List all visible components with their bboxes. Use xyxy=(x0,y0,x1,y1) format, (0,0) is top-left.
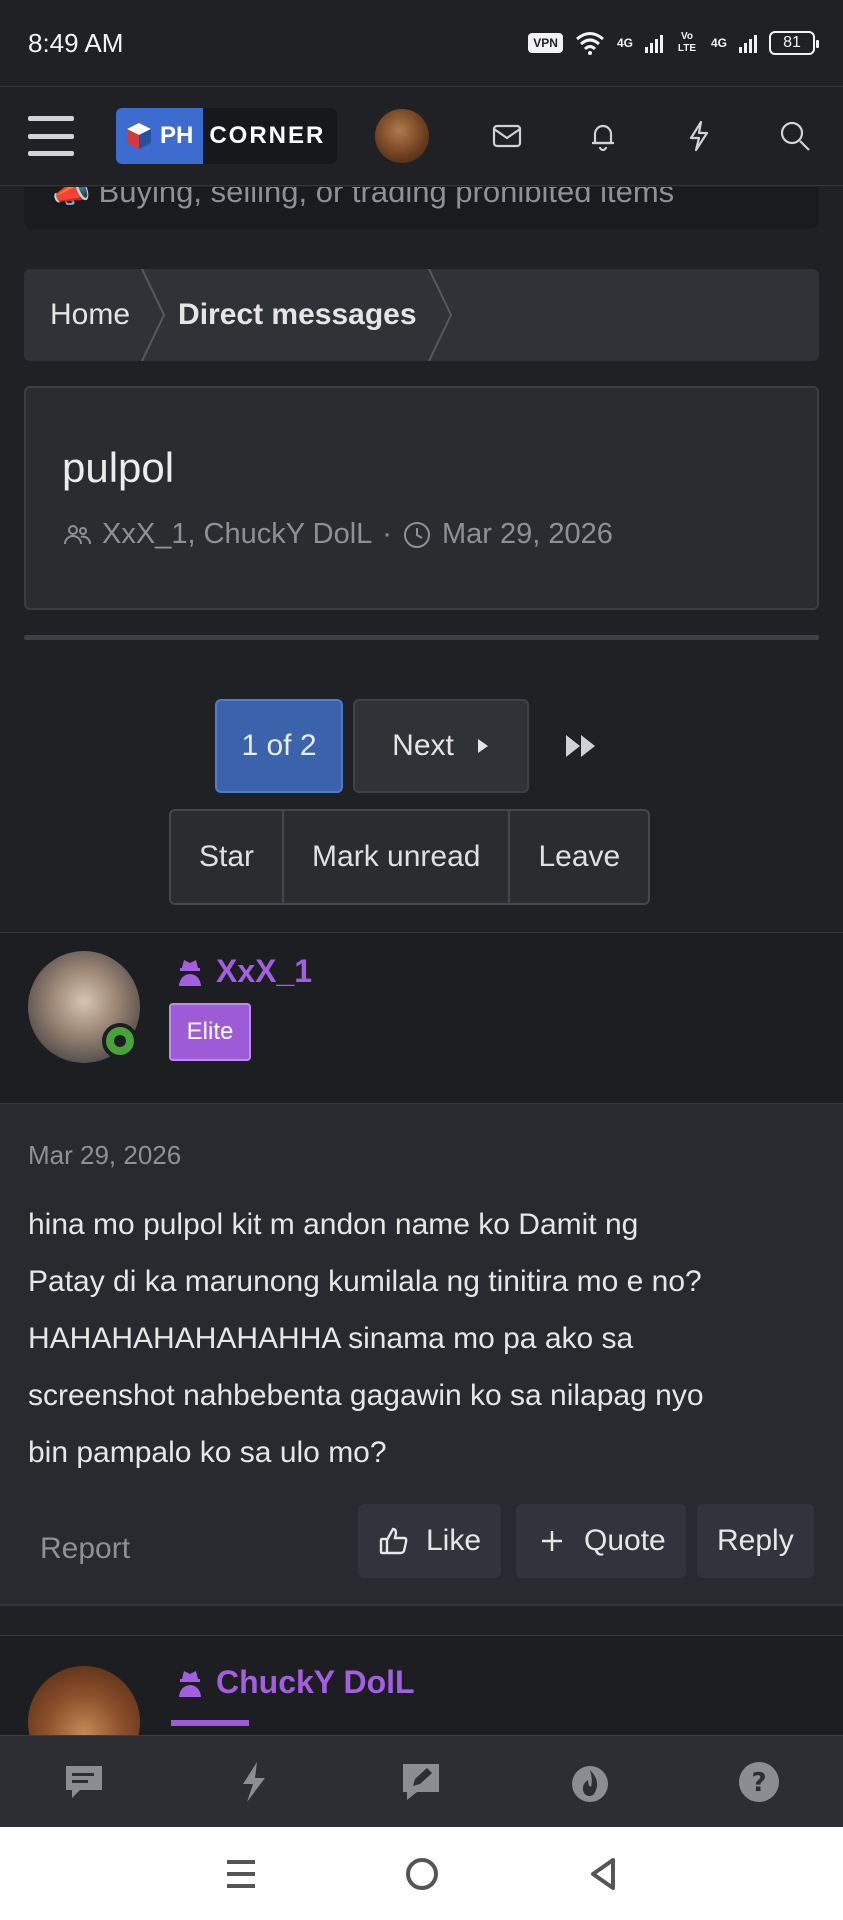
author-name[interactable]: XxX_1 xyxy=(174,953,312,990)
user-secret-icon xyxy=(179,1670,201,1697)
quote-label: Quote xyxy=(584,1524,666,1557)
quote-button[interactable]: Quote xyxy=(516,1504,686,1578)
page-last-icon[interactable] xyxy=(556,721,606,771)
message-line: hina mo pulpol kit m andon name ko Damit… xyxy=(28,1208,639,1241)
leave-button[interactable]: Leave xyxy=(508,811,648,903)
author-name-2[interactable]: ChuckY DolL xyxy=(174,1664,415,1701)
rules-notice: 📣 Buying, selling, or trading prohibited … xyxy=(24,187,819,229)
message-line: Patay di ka marunong kumilala ng tinitir… xyxy=(28,1265,702,1298)
pagination: 1 of 2 Next xyxy=(0,699,843,795)
user-title-badge-2 xyxy=(171,1720,249,1726)
like-button[interactable]: Like xyxy=(358,1504,502,1578)
breadcrumb-direct-messages[interactable]: Direct messages xyxy=(168,269,456,361)
bolt-icon[interactable] xyxy=(679,116,719,156)
like-label: Like xyxy=(426,1524,482,1557)
nav-whats-new-icon[interactable] xyxy=(223,1752,283,1812)
message-line: bin pampalo ko sa ulo mo? xyxy=(28,1436,387,1469)
vpn-icon: VPN xyxy=(528,33,563,53)
signal-icon-2 xyxy=(739,33,757,53)
message-line: HAHAHAHAHAHAHHA sinama mo pa ako sa xyxy=(28,1322,634,1355)
megaphone-icon: 📣 xyxy=(52,187,91,209)
conversation-title: pulpol xyxy=(62,444,175,491)
clock-icon xyxy=(403,521,430,548)
online-status-icon xyxy=(102,1023,138,1059)
star-button[interactable]: Star xyxy=(171,811,282,903)
nav-post-icon[interactable] xyxy=(391,1752,451,1812)
breadcrumb: Home Direct messages xyxy=(24,269,819,361)
author-avatar-2[interactable] xyxy=(28,1666,140,1735)
conversation-header: pulpol XxX_1, ChuckY DolL · Mar 29, 2026 xyxy=(24,386,819,610)
message-text: hina mo pulpol kit m andon name ko Damit… xyxy=(28,1196,828,1481)
breadcrumb-home[interactable]: Home xyxy=(24,269,170,361)
conversation-actions: Star Mark unread Leave xyxy=(169,809,651,905)
signal-icon xyxy=(644,33,663,53)
status-icons: VPN 4G Vo LTE 4G 81 xyxy=(528,31,819,55)
message-body: Mar 29, 2026 hina mo pulpol kit m andon … xyxy=(0,1104,843,1606)
user-avatar[interactable] xyxy=(375,109,430,163)
logo-ph-text: PH xyxy=(159,122,194,149)
logo-corner-text: CORNER xyxy=(209,122,326,149)
search-icon[interactable] xyxy=(775,116,815,156)
status-time: 8:49 AM xyxy=(28,27,124,58)
message-author-block: XxX_1 Elite xyxy=(0,932,843,1104)
status-bar: 8:49 AM VPN 4G Vo LTE 4G 81 xyxy=(0,0,843,86)
nav-forums-icon[interactable] xyxy=(54,1752,114,1812)
svg-text:?: ? xyxy=(751,1768,766,1798)
meta-separator: · xyxy=(382,518,392,550)
conversation-meta: XxX_1, ChuckY DolL · Mar 29, 2026 xyxy=(62,518,613,551)
participants-icon xyxy=(64,524,91,544)
plus-icon xyxy=(542,1531,562,1551)
bell-icon[interactable] xyxy=(583,116,623,156)
recents-menu-icon[interactable] xyxy=(221,1854,261,1894)
reply-button[interactable]: Reply xyxy=(697,1504,814,1578)
conversation-participants[interactable]: XxX_1, ChuckY DolL xyxy=(102,518,372,551)
app-header: PH CORNER xyxy=(0,86,843,186)
thumbs-up-icon xyxy=(379,1527,408,1555)
back-triangle-icon[interactable] xyxy=(583,1854,623,1894)
menu-icon[interactable] xyxy=(28,116,74,156)
page-current-button[interactable]: 1 of 2 xyxy=(215,699,343,793)
inbox-icon[interactable] xyxy=(487,116,527,156)
wifi-icon xyxy=(576,32,604,55)
volte-label: Vo LTE xyxy=(677,31,697,54)
divider xyxy=(24,635,819,640)
conversation-date: Mar 29, 2026 xyxy=(441,518,613,550)
logo-cube-icon xyxy=(126,123,151,149)
message-line: screenshot nahbebenta gagawin ko sa nila… xyxy=(28,1379,704,1412)
page-next-button[interactable]: Next xyxy=(353,699,529,793)
mark-unread-button[interactable]: Mark unread xyxy=(282,811,508,903)
network-type-label-2: 4G xyxy=(710,36,727,50)
logo-ph: PH xyxy=(115,108,204,164)
site-logo[interactable]: PH CORNER xyxy=(115,108,338,164)
author-name-2-text: ChuckY DolL xyxy=(216,1664,415,1700)
message-date[interactable]: Mar 29, 2026 xyxy=(28,1140,181,1171)
nav-help-icon[interactable]: ? xyxy=(729,1752,789,1812)
nav-trending-icon[interactable] xyxy=(560,1752,620,1812)
message-author-block-2: ChuckY DolL xyxy=(0,1635,843,1735)
user-secret-icon xyxy=(179,959,201,986)
caret-right-icon xyxy=(477,739,488,753)
notice-text: Buying, selling, or trading prohibited i… xyxy=(98,187,675,209)
system-nav-bar xyxy=(0,1827,843,1920)
main-content: 📣 Buying, selling, or trading prohibited … xyxy=(0,187,843,1735)
battery-icon: 81 xyxy=(769,31,819,55)
page-next-label: Next xyxy=(392,729,454,762)
network-type-label: 4G xyxy=(616,36,633,50)
home-circle-icon[interactable] xyxy=(402,1854,442,1894)
report-link[interactable]: Report xyxy=(40,1532,130,1566)
bottom-nav: ? xyxy=(0,1735,843,1827)
user-title-badge: Elite xyxy=(169,1003,251,1061)
author-name-text: XxX_1 xyxy=(216,953,313,989)
